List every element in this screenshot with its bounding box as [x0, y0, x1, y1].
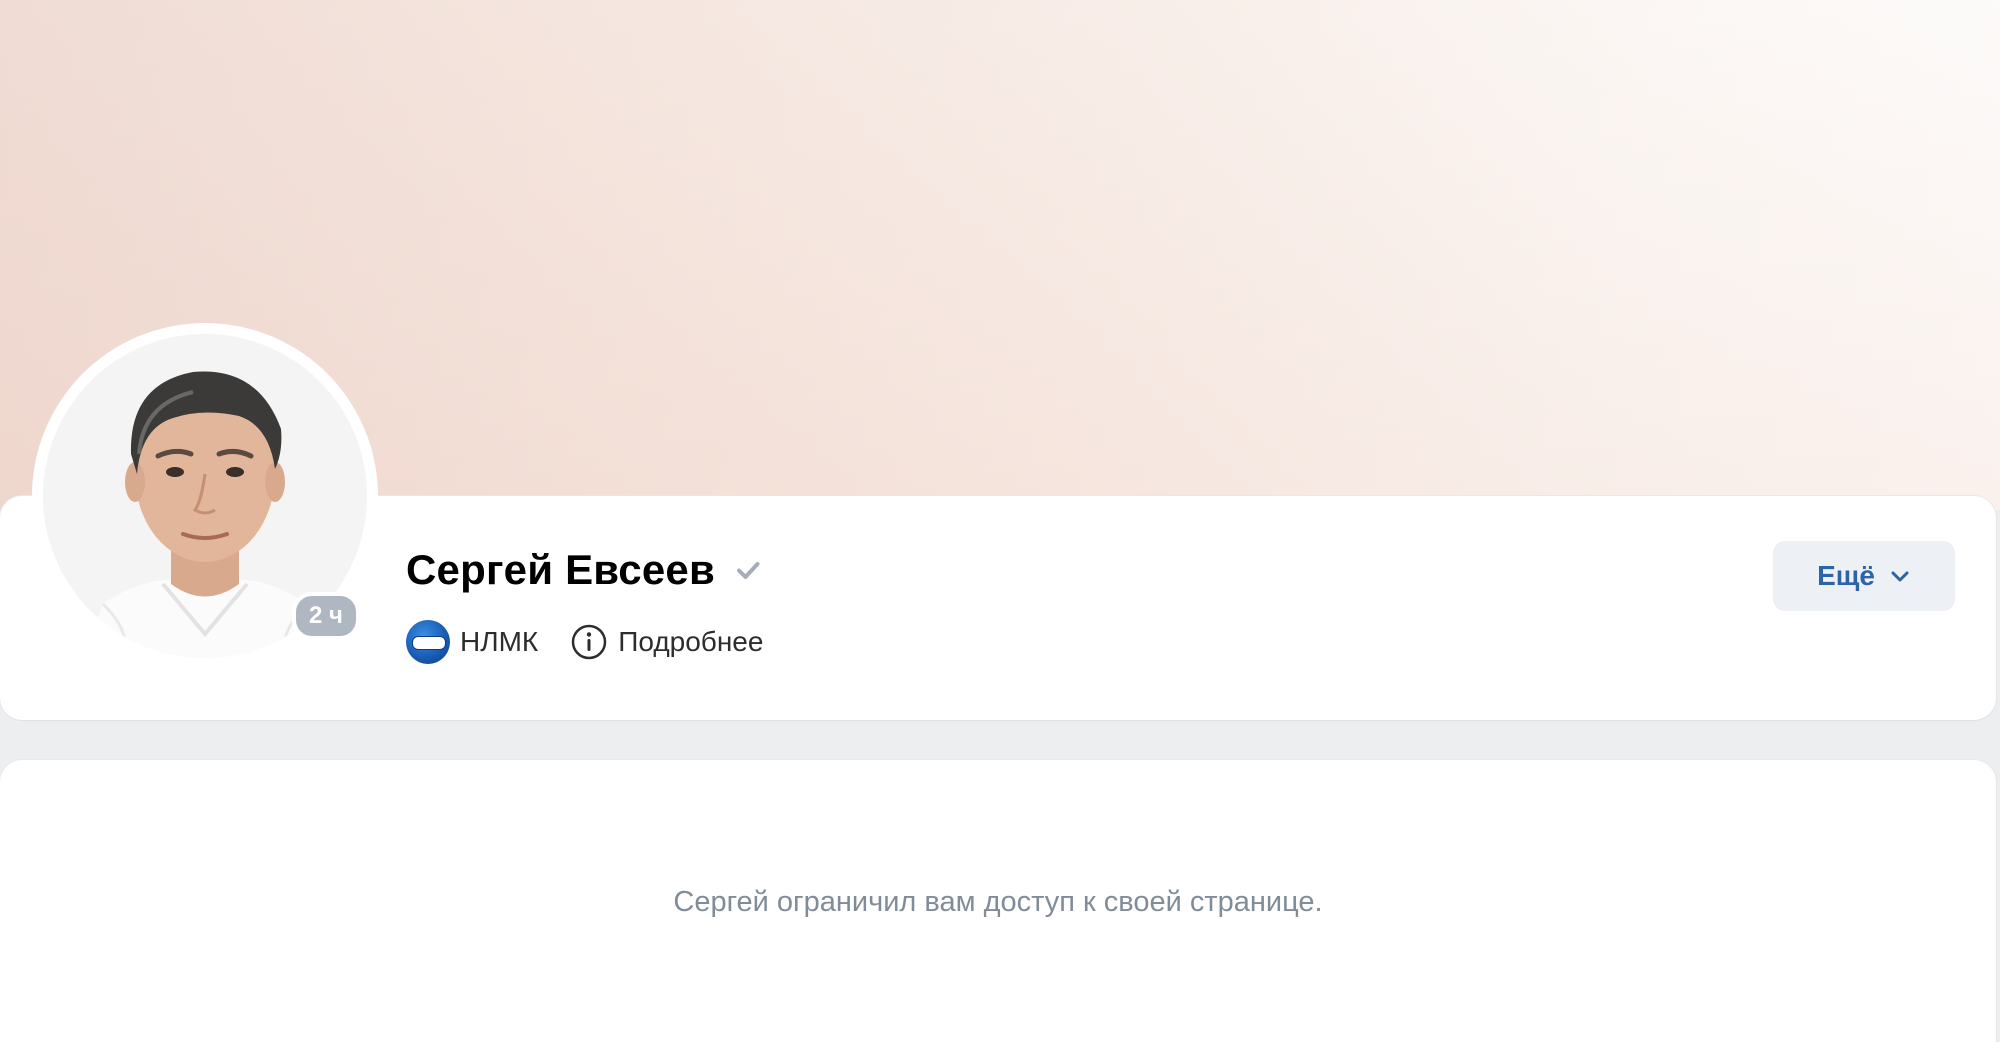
nlmk-logo-icon[interactable] — [406, 620, 450, 664]
more-button-label: Ещё — [1817, 560, 1875, 591]
restricted-access-message: Сергей ограничил вам доступ к своей стра… — [673, 886, 1323, 918]
details-link[interactable]: Подробнее — [570, 623, 763, 661]
chevron-down-icon — [1891, 571, 1909, 582]
info-icon — [571, 624, 607, 660]
avatar-status-badge: 2 ч — [292, 592, 360, 640]
restricted-access-card: Сергей ограничил вам доступ к своей стра… — [0, 760, 1996, 1042]
profile-name: Сергей Евсеев — [406, 546, 715, 593]
more-button[interactable]: Ещё — [1773, 541, 1955, 611]
name-row: Сергей Евсеев — [406, 545, 763, 595]
details-label: Подробнее — [618, 626, 764, 657]
profile-meta-row: НЛМК Подробнее — [406, 620, 763, 664]
company-link[interactable]: НЛМК — [460, 626, 538, 658]
profile-page: 2 ч Сергей Евсеев НЛМК Подробнее Ещё Сер… — [0, 0, 2000, 1042]
checkmark-icon — [736, 562, 760, 579]
